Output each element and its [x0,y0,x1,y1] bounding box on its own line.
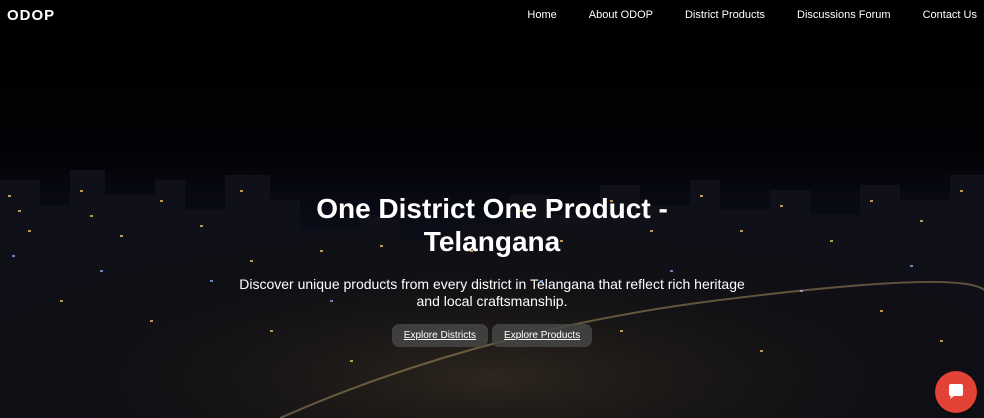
nav-links: Home About ODOP District Products Discus… [527,9,977,21]
brand-logo[interactable]: ODOP [7,7,55,24]
chat-bubble-icon [949,384,963,399]
chat-button[interactable] [935,371,977,413]
explore-products-button[interactable]: Explore Products [492,324,593,347]
nav-link-discussions-forum[interactable]: Discussions Forum [797,9,891,21]
hero-buttons: Explore Districts Explore Products [0,324,984,347]
nav-link-district-products[interactable]: District Products [685,9,765,21]
nav-link-contact-us[interactable]: Contact Us [923,9,977,21]
top-navbar: ODOP Home About ODOP District Products D… [0,0,984,30]
hero-description: Discover unique products from every dist… [239,276,745,309]
hero-title: One District One Product - Telangana [316,193,668,257]
hero-section: One District One Product - Telangana Dis… [0,192,984,347]
explore-districts-button[interactable]: Explore Districts [391,324,489,347]
nav-link-about-odop[interactable]: About ODOP [589,9,653,21]
nav-link-home[interactable]: Home [527,9,556,21]
